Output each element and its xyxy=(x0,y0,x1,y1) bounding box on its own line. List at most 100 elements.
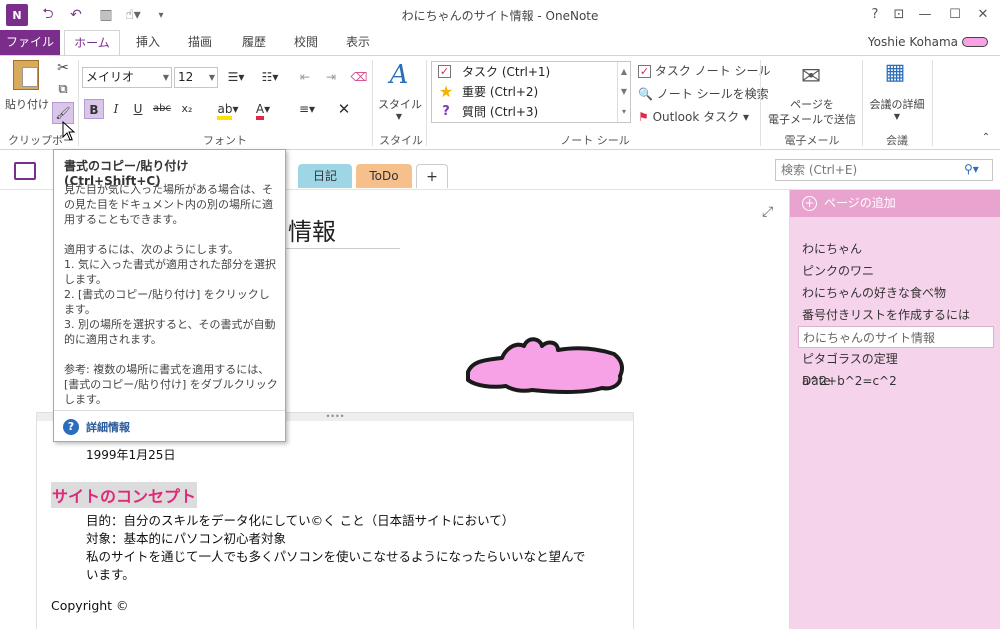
page-title[interactable]: 情報 xyxy=(288,212,336,247)
email-page-label-2[interactable]: 電子メールで送信 xyxy=(764,111,860,127)
meeting-details-label[interactable]: 会議の詳細 xyxy=(864,96,930,112)
highlight-color-button[interactable]: ab▾ xyxy=(212,99,244,120)
find-tags-label: ノート シールを検索 xyxy=(656,87,769,101)
add-section-button[interactable]: + xyxy=(416,164,448,188)
tab-view[interactable]: 表示 xyxy=(336,30,380,55)
font-color-icon: A xyxy=(255,102,265,120)
tooltip-more-info-link[interactable]: 詳細情報 xyxy=(86,419,130,435)
search-input[interactable]: 検索 (Ctrl+E) xyxy=(775,159,993,181)
page-item[interactable]: わにちゃんの好きな食べ物 xyxy=(802,282,946,304)
search-icon[interactable]: ⚲▾ xyxy=(964,162,988,176)
style-group-label: スタイル xyxy=(379,134,423,147)
tooltip-step-3: 3. 別の場所を選択すると、その書式が自動的に適用されます。 xyxy=(64,318,276,346)
expand-icon[interactable]: ⤢ xyxy=(762,204,773,220)
tab-history[interactable]: 履歴 xyxy=(232,30,276,55)
bullets-icon[interactable]: ☰▾ xyxy=(222,67,250,87)
ribbon-display-button[interactable]: ⊡ xyxy=(887,4,911,26)
meeting-group-label: 会議 xyxy=(886,134,908,147)
todo-tag-button[interactable]: ✓ タスク ノート シール xyxy=(638,62,770,79)
add-page-button[interactable]: + ページの追加 xyxy=(790,190,1000,217)
find-tags-button[interactable]: 🔍 ノート シールを検索 xyxy=(638,85,769,102)
help-icon[interactable]: ? xyxy=(63,419,79,435)
tags-gallery[interactable]: ✓ タスク (Ctrl+1) ★ 重要 (Ctrl+2) ? 質問 (Ctrl+3) xyxy=(431,61,631,123)
email-envelope-icon[interactable]: ✉ xyxy=(795,62,827,90)
pink-crocodile-drawing xyxy=(466,337,624,394)
styles-dropdown-icon[interactable]: ▼ xyxy=(392,112,406,121)
format-painter-tooltip: 書式のコピー/貼り付け (Ctrl+Shift+C) 見た目が気に入った場所があ… xyxy=(53,149,286,442)
page-item[interactable]: ピタゴラスの定理 a^2+b^2=c^2 xyxy=(802,348,1000,388)
tab-home[interactable]: ホーム xyxy=(64,30,120,55)
bold-button[interactable]: B xyxy=(84,99,104,119)
cut-icon[interactable]: ✂ xyxy=(54,60,72,76)
subscript-button[interactable]: x₂ xyxy=(176,99,198,119)
notebook-icon[interactable] xyxy=(14,162,36,180)
numbering-icon[interactable]: ☷▾ xyxy=(256,67,284,87)
page-item[interactable]: ピンクのワニ xyxy=(802,260,874,282)
align-icon[interactable]: ≡▾ xyxy=(292,99,322,119)
tag-important[interactable]: ★ 重要 (Ctrl+2) xyxy=(432,82,630,102)
clear-formatting-icon[interactable]: ⌫ xyxy=(348,67,370,87)
minimize-button[interactable]: — xyxy=(913,4,937,26)
delete-icon[interactable]: ✕ xyxy=(334,99,354,119)
paste-button[interactable] xyxy=(8,60,44,100)
close-button[interactable]: ✕ xyxy=(971,4,995,26)
separator xyxy=(760,60,761,146)
tag-question[interactable]: ? 質問 (Ctrl+3) xyxy=(432,102,630,122)
font-name-select[interactable]: メイリオ ▼ xyxy=(82,67,172,88)
copy-icon[interactable]: ⧉ xyxy=(54,82,72,97)
tag-todo[interactable]: ✓ タスク (Ctrl+1) xyxy=(432,62,630,82)
styles-button-label[interactable]: スタイル xyxy=(378,96,422,112)
email-page-label-1[interactable]: ページを xyxy=(764,96,860,112)
calendar-icon[interactable]: ▦ xyxy=(880,60,910,90)
user-name[interactable]: Yoshie Kohama xyxy=(868,35,958,49)
underline-button[interactable]: U xyxy=(128,99,148,119)
tags-gallery-scroll[interactable]: ▲ ▼ ▾ xyxy=(617,62,630,122)
strikethrough-button[interactable]: abc xyxy=(150,99,174,119)
section-tab-diary[interactable]: 日記 xyxy=(298,164,352,188)
highlighter-icon: ab xyxy=(217,102,233,120)
tag-important-label: 重要 (Ctrl+2) xyxy=(462,85,539,99)
ribbon-tabs: ファイル ホーム 挿入 描画 履歴 校閲 表示 Yoshie Kohama xyxy=(0,30,1000,55)
tab-draw[interactable]: 描画 xyxy=(178,30,222,55)
checkbox-icon: ✓ xyxy=(438,65,451,78)
decrease-indent-icon[interactable]: ⇤ xyxy=(294,67,316,87)
page-item[interactable]: Date xyxy=(802,370,831,392)
note-line-target[interactable]: 対象：基本的にパソコン初心者対象 xyxy=(86,528,286,547)
note-line-hope[interactable]: 私のサイトを通じて一人でも多くパソコンを使いこなせるようになったらいいなと望んで xyxy=(86,546,585,565)
styles-icon[interactable]: A xyxy=(384,60,414,90)
meeting-dropdown-icon[interactable]: ▼ xyxy=(890,112,904,121)
page-item[interactable]: 番号付きリストを作成するには xyxy=(802,304,970,326)
todo-tag-label: タスク ノート シール xyxy=(654,64,771,78)
window-title: わにちゃんのサイト情報 - OneNote xyxy=(401,9,599,23)
flag-icon: ⚑ xyxy=(638,110,649,124)
page-item-selected[interactable]: わにちゃんのサイト情報 xyxy=(798,326,994,348)
font-color-button[interactable]: A▾ xyxy=(248,99,278,120)
note-line-purpose[interactable]: 目的：自分のスキルをデータ化にしてい©く こと（日本語サイトにおいて） xyxy=(86,510,514,529)
collapse-ribbon-icon[interactable]: ⌃ xyxy=(978,132,994,143)
italic-button[interactable]: I xyxy=(106,99,126,119)
separator xyxy=(78,60,79,146)
increase-indent-icon[interactable]: ⇥ xyxy=(320,67,342,87)
font-size-select[interactable]: 12 ▼ xyxy=(174,67,218,88)
page-item[interactable]: わにちゃん xyxy=(802,238,862,260)
tag-todo-label: タスク (Ctrl+1) xyxy=(462,65,551,79)
tab-file[interactable]: ファイル xyxy=(0,30,60,55)
mouse-cursor-icon xyxy=(62,121,76,141)
outlook-tasks-button[interactable]: ⚑ Outlook タスク ▾ xyxy=(638,108,749,125)
note-date[interactable]: 1999年1月25日 xyxy=(86,446,175,463)
concept-heading[interactable]: サイトのコンセプト xyxy=(51,482,198,508)
tooltip-note: 参考: 複数の場所に書式を適用するには、[書式のコピー/貼り付け] をダブルクリ… xyxy=(64,363,278,406)
separator xyxy=(932,60,933,146)
avatar[interactable] xyxy=(962,37,988,47)
section-tab-todo[interactable]: ToDo xyxy=(356,164,412,188)
question-icon: ? xyxy=(442,104,450,119)
find-tags-icon: 🔍 xyxy=(638,87,653,101)
help-button[interactable]: ? xyxy=(863,4,887,26)
copyright-text[interactable]: Copyright © xyxy=(51,598,129,613)
maximize-button[interactable]: ☐ xyxy=(943,4,967,26)
separator xyxy=(862,60,863,146)
paste-label: 貼り付け xyxy=(5,98,49,111)
tab-insert[interactable]: 挿入 xyxy=(126,30,170,55)
tab-review[interactable]: 校閲 xyxy=(284,30,328,55)
note-line-hope-end[interactable]: います。 xyxy=(86,564,135,583)
